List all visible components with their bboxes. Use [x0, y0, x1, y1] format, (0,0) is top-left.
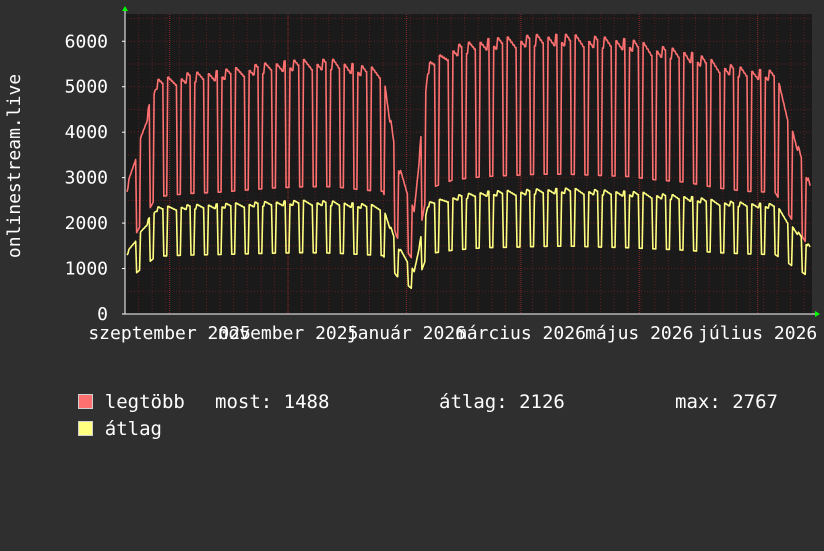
- y-tick-label: 0: [97, 304, 108, 325]
- stat-max: max: 2767: [675, 391, 778, 413]
- legend-item-max: legtöbb: [32, 362, 185, 413]
- y-tick-label: 6000: [65, 31, 108, 52]
- y-axis-arrow: [122, 6, 128, 11]
- x-tick-labels: szeptember 2025november 2025január 2026m…: [88, 323, 817, 344]
- y-tick-label: 3000: [65, 168, 108, 189]
- legend-swatch-atlag: [77, 421, 93, 436]
- y-tick-labels: 0 1000 2000 3000 4000 5000 6000: [65, 31, 125, 325]
- x-tick-label: július 2026: [698, 323, 817, 344]
- y-tick-label: 5000: [65, 77, 108, 98]
- stat-atlag: átlag: 2126: [439, 391, 565, 413]
- legend: legtöbb átlag most: 1488 átlag: 2126 max…: [32, 362, 778, 440]
- x-tick-label: november 2025: [218, 323, 359, 344]
- y-tick-label: 1000: [65, 259, 108, 280]
- y-tick-label: 4000: [65, 122, 108, 143]
- x-tick-label: március 2026: [456, 323, 586, 344]
- y-tick-label: 2000: [65, 213, 108, 234]
- chart: 0 1000 2000 3000 4000 5000 6000 szeptember 202…: [4, 6, 820, 344]
- stat-most: most: 1488: [215, 391, 330, 413]
- x-tick-label: május 2026: [585, 323, 693, 344]
- x-tick-label: január 2026: [347, 323, 466, 344]
- x-axis-arrow: [815, 311, 820, 317]
- y-axis-label: onlinestream.live: [4, 74, 25, 258]
- legend-item-avg: átlag most: 1488 átlag: 2126 max: 2767: [32, 389, 778, 440]
- legend-label-atlag: átlag: [104, 418, 162, 440]
